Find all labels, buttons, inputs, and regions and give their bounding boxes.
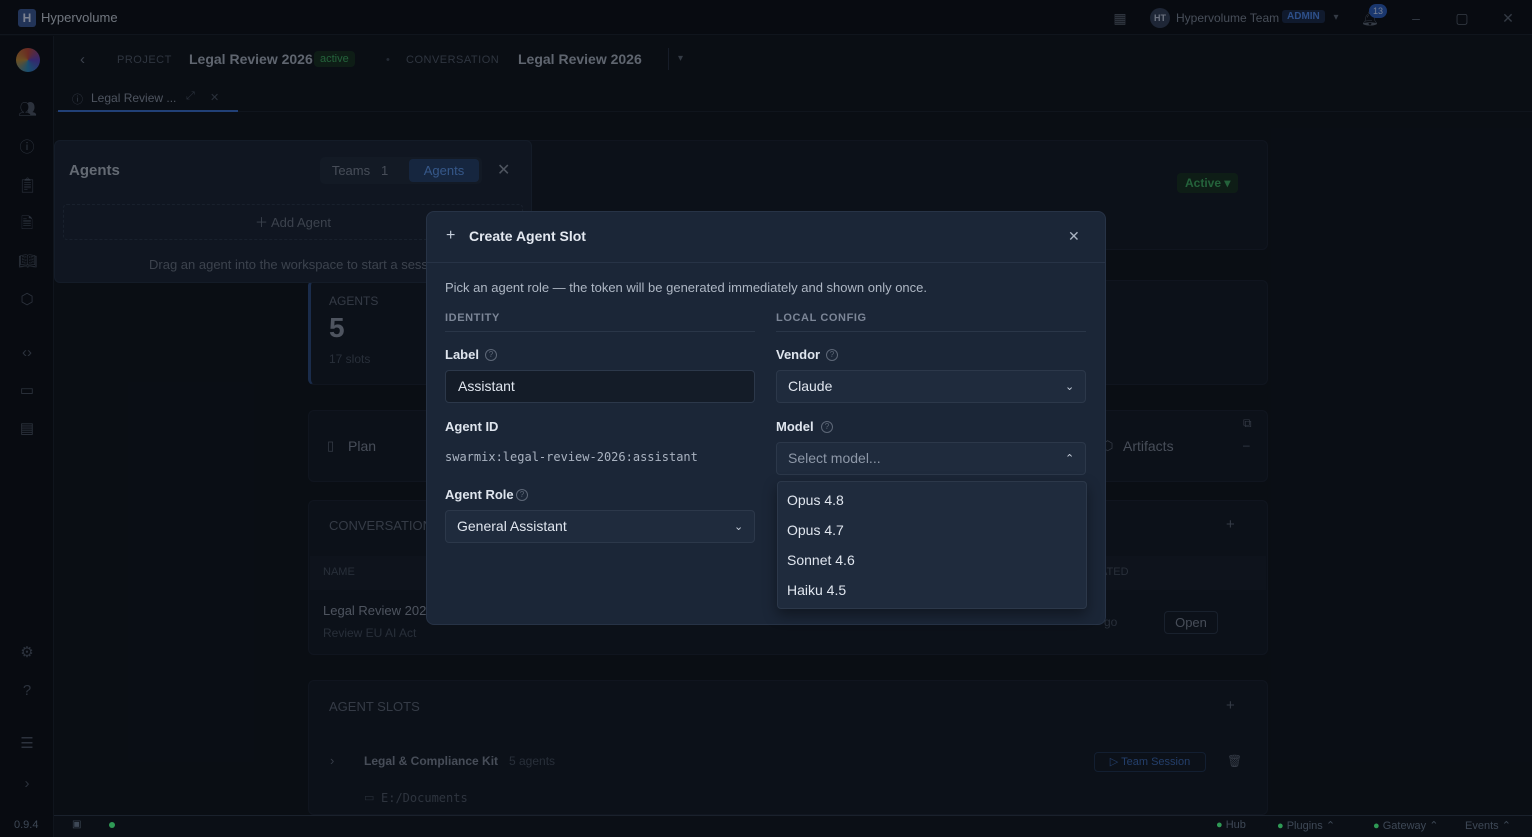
plugins-status[interactable]: ● Plugins ⌃ <box>1277 819 1335 832</box>
chevron-up-icon: ⌃ <box>1065 453 1075 465</box>
gateway-status[interactable]: ● Gateway ⌃ <box>1373 819 1438 832</box>
agent-role-label: Agent Role <box>445 487 514 502</box>
local-config-section-title: LOCAL CONFIG <box>776 312 867 324</box>
lock-icon: ▣ <box>72 819 82 830</box>
vendor-select[interactable]: Claude <box>776 370 1086 403</box>
chevron-down-icon: ⌄ <box>734 521 744 533</box>
help-icon[interactable]: ? <box>485 349 497 361</box>
vendor-label: Vendor <box>776 347 821 362</box>
close-icon[interactable]: ✕ <box>1068 228 1080 245</box>
identity-divider <box>445 331 755 332</box>
model-option[interactable]: Opus 4.7 <box>787 522 844 538</box>
local-config-divider <box>776 331 1086 332</box>
agent-id-label: Agent ID <box>445 419 499 434</box>
model-select[interactable]: Select model... <box>776 442 1086 475</box>
agent-role-select[interactable]: General Assistant <box>445 510 755 543</box>
help-icon[interactable]: ? <box>826 349 838 361</box>
label-input[interactable]: Assistant <box>445 370 755 403</box>
model-option[interactable]: Sonnet 4.6 <box>787 552 855 568</box>
chevron-down-icon: ⌄ <box>1065 381 1075 393</box>
label-field-label: Label <box>445 347 479 362</box>
hub-status[interactable]: ● Hub <box>1216 819 1246 831</box>
plus-icon: + <box>446 227 456 244</box>
connection-dot <box>109 822 115 828</box>
identity-section-title: IDENTITY <box>445 312 500 324</box>
agent-id-value: swarmix:legal-review-2026:assistant <box>445 450 698 464</box>
model-label: Model <box>776 419 814 434</box>
dialog-description: Pick an agent role — the token will be g… <box>445 280 928 295</box>
model-option[interactable]: Haiku 4.5 <box>787 582 846 598</box>
events-status[interactable]: Events ⌃ <box>1465 819 1511 832</box>
version-label: 0.9.4 <box>14 819 39 831</box>
model-option[interactable]: Opus 4.8 <box>787 492 844 508</box>
help-icon[interactable]: ? <box>821 421 833 433</box>
help-icon[interactable]: ? <box>516 489 528 501</box>
dialog-title: Create Agent Slot <box>469 228 586 244</box>
